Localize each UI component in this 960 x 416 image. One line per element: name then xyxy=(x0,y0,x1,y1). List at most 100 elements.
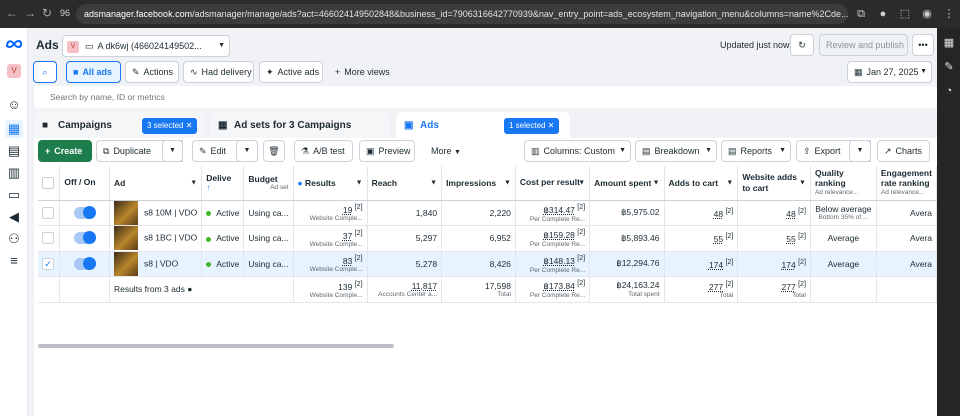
billing-icon[interactable]: ▭ xyxy=(5,186,23,204)
col-budget[interactable]: Budget Ad set xyxy=(243,166,294,201)
ad-name-cell[interactable]: s8 | VDO xyxy=(109,251,203,277)
audience-icon[interactable]: ▥ xyxy=(5,164,23,182)
close-icon[interactable]: ✕ xyxy=(186,121,193,130)
export-dropdown[interactable]: ▼ xyxy=(849,140,871,162)
date-picker[interactable]: ▦ Jan 27, 2025 ▼ xyxy=(847,61,932,83)
results-value[interactable]: 83 xyxy=(343,256,352,266)
ad-name[interactable]: s8 1BC | VDO xyxy=(144,233,197,243)
col-engagement-ranking[interactable]: Engagement rate ranking Ad relevance... xyxy=(876,166,938,201)
ad-name[interactable]: s8 | VDO xyxy=(144,258,178,268)
wac-value[interactable]: 48 xyxy=(786,209,795,219)
extension-icon[interactable]: ⧉ xyxy=(854,7,868,21)
col-ad[interactable]: Ad ▼ xyxy=(109,166,203,201)
table-row[interactable]: s8 10M | VDO Active Using ca... 19 [2] Websi… xyxy=(38,200,938,226)
ad-name-cell[interactable]: s8 10M | VDO xyxy=(109,200,203,226)
close-icon[interactable]: ✕ xyxy=(548,121,555,130)
reload-icon[interactable]: ↻ xyxy=(42,6,52,20)
col-impressions[interactable]: Impressions ▼ xyxy=(441,166,516,201)
col-website-adds-to-cart[interactable]: Website adds to cart ▼ xyxy=(737,166,811,201)
ad-name[interactable]: s8 10M | VDO xyxy=(144,207,197,217)
pages-icon[interactable]: ▤ xyxy=(5,142,23,160)
menu-dots-icon[interactable]: ⋮ xyxy=(942,7,956,21)
table-row[interactable]: s8 1BC | VDO Active Using ca... 37 [2] Websi… xyxy=(38,225,938,252)
select-all-checkbox[interactable] xyxy=(42,176,54,189)
row-select-cell[interactable] xyxy=(38,225,61,252)
actions-view[interactable]: ✎ Actions xyxy=(125,61,179,83)
breakdown-button[interactable]: ▤ Breakdown ▼ xyxy=(635,140,717,162)
profile-icon[interactable]: ◉ xyxy=(920,7,934,21)
results-value[interactable]: 19 xyxy=(343,205,352,215)
results-value[interactable]: 37 xyxy=(343,231,352,241)
more-options-button[interactable]: ••• xyxy=(912,34,934,56)
create-button[interactable]: + Create xyxy=(38,140,92,162)
tab-adsets[interactable]: ▦ Ad sets for 3 Campaigns xyxy=(210,112,390,140)
wac-value[interactable]: 174 xyxy=(782,260,796,270)
tab-campaigns[interactable]: ■ Campaigns 3 selected ✕ xyxy=(34,112,204,140)
pencil-icon[interactable]: ✎ xyxy=(942,60,956,74)
all-ads-view[interactable]: ■ All ads xyxy=(66,61,121,83)
grid-icon[interactable]: ▦ xyxy=(942,36,956,50)
back-icon[interactable]: ← xyxy=(6,6,18,20)
ad-thumbnail[interactable] xyxy=(113,226,138,251)
edit-dropdown[interactable]: ▼ xyxy=(236,140,258,162)
active-ads-view[interactable]: ✦ Active ads xyxy=(259,61,323,83)
col-amount-spent[interactable]: Amount spent ▼ xyxy=(589,166,665,201)
col-cost-per-result[interactable]: Cost per result ▼ xyxy=(515,166,591,201)
search-box[interactable] xyxy=(34,86,937,108)
ab-test-button[interactable]: ⚗ A/B test xyxy=(294,140,353,162)
all-tools-icon[interactable]: ≡ xyxy=(5,252,23,270)
refresh-button[interactable]: ↻ xyxy=(790,34,814,56)
atc-value[interactable]: 48 xyxy=(714,209,723,219)
ad-thumbnail[interactable] xyxy=(113,200,138,225)
col-delivery[interactable]: Delive ↑ xyxy=(201,166,245,201)
row-checkbox[interactable] xyxy=(42,232,54,245)
row-toggle-cell[interactable] xyxy=(59,225,110,252)
col-quality-ranking[interactable]: Quality ranking Ad relevance... xyxy=(810,166,877,201)
account-selector[interactable]: V ▭ A dk6wj (466024149502... ▼ xyxy=(62,35,230,57)
ad-toggle[interactable] xyxy=(73,205,96,219)
atc-value[interactable]: 55 xyxy=(714,234,723,244)
cpr-value[interactable]: ฿148.13 xyxy=(544,256,575,266)
charts-button[interactable]: ↗ Charts xyxy=(877,140,930,162)
ad-toggle[interactable] xyxy=(73,256,96,270)
total-cpr-value[interactable]: ฿173.84 xyxy=(544,281,575,291)
more-button[interactable]: More ▼ xyxy=(424,140,466,162)
row-toggle-cell[interactable] xyxy=(59,200,110,226)
preview-button[interactable]: ▣ Preview xyxy=(359,140,415,162)
total-atc-value[interactable]: 277 xyxy=(709,282,723,292)
meta-logo-icon[interactable] xyxy=(5,39,23,49)
campaigns-grid-icon[interactable]: ▦ xyxy=(5,120,23,138)
ad-toggle[interactable] xyxy=(73,231,96,245)
forward-icon[interactable]: → xyxy=(24,6,36,20)
table-row[interactable]: ✓ s8 | VDO Active Using ca... 83 [2] Website … xyxy=(38,251,938,277)
col-offon[interactable]: Off / On xyxy=(59,166,110,201)
col-results[interactable]: ● Results ▼ xyxy=(293,166,368,201)
ad-thumbnail[interactable] xyxy=(113,251,138,276)
cpr-value[interactable]: ฿159.28 xyxy=(544,230,575,240)
col-reach[interactable]: Reach ▼ xyxy=(367,166,443,201)
extensions-puzzle-icon[interactable]: ⬚ xyxy=(898,7,912,21)
select-all-cell[interactable] xyxy=(38,166,61,201)
atc-value[interactable]: 174 xyxy=(709,260,723,270)
duplicate-dropdown[interactable]: ▼ xyxy=(162,140,183,162)
row-toggle-cell[interactable] xyxy=(59,251,110,277)
row-checkbox[interactable] xyxy=(42,206,54,219)
columns-button[interactable]: ▥ Columns: Custom ▼ xyxy=(524,140,631,162)
total-reach-value[interactable]: 11,817 xyxy=(412,281,437,291)
row-select-cell[interactable]: ✓ xyxy=(38,251,61,277)
ad-name-cell[interactable]: s8 1BC | VDO xyxy=(109,225,203,252)
reports-button[interactable]: ▤ Reports ▼ xyxy=(721,140,791,162)
megaphone-icon[interactable]: ◀ xyxy=(5,208,23,226)
col-adds-to-cart[interactable]: Adds to cart ▼ xyxy=(664,166,739,201)
wac-value[interactable]: 55 xyxy=(786,234,795,244)
horizontal-scrollbar[interactable] xyxy=(38,344,394,348)
account-avatar-nav[interactable]: V xyxy=(7,64,21,78)
address-bar[interactable]: adsmanager.facebook.com/adsmanager/manag… xyxy=(76,4,848,24)
review-publish-button[interactable]: Review and publish xyxy=(819,34,908,56)
tab-ads[interactable]: ▣ Ads 1 selected ✕ xyxy=(396,112,570,140)
more-views-button[interactable]: + More views xyxy=(328,61,396,83)
search-input[interactable] xyxy=(34,86,937,108)
business-icon[interactable]: ⚇ xyxy=(5,230,23,248)
search-toggle-button[interactable]: ⌕ xyxy=(33,61,57,83)
profile-ext-icon[interactable]: ● xyxy=(876,7,890,21)
